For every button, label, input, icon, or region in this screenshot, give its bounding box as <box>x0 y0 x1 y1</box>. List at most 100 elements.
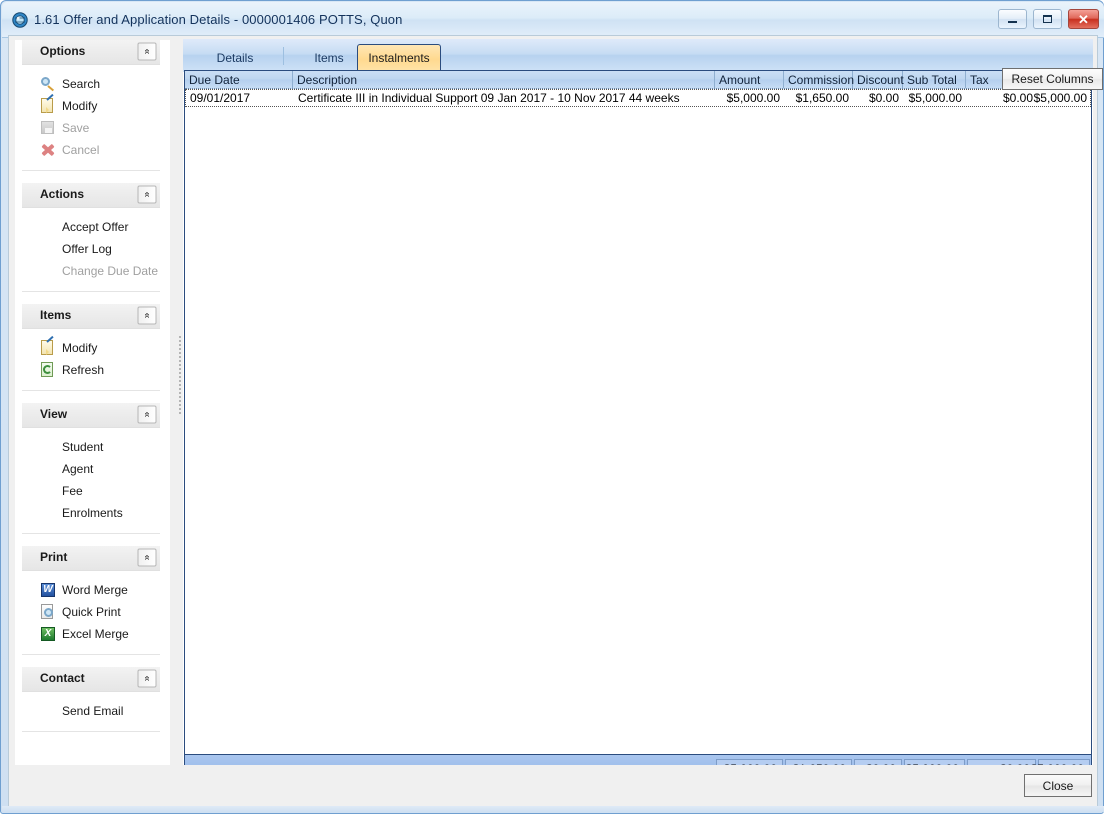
column-header-commission[interactable]: Commission <box>784 71 853 88</box>
panel-body: Send Email <box>22 692 160 732</box>
sidebar-item-modify[interactable]: Modify <box>22 95 160 117</box>
grid-header-row: Due DateDescriptionAmountCommissionDisco… <box>185 71 1091 89</box>
sidebar-item-label: Modify <box>62 99 97 113</box>
sidebar-item-label: Enrolments <box>62 506 123 520</box>
reset-columns-button[interactable]: Reset Columns <box>1002 68 1103 90</box>
panel-header: Actions « <box>22 183 160 208</box>
splitter-grip-dot <box>179 348 181 350</box>
client-inner: Options«SearchModifySaveCancelActions«Ac… <box>9 36 1097 806</box>
panel-collapse-icon[interactable]: « <box>138 670 157 688</box>
sidebar-item-label: Fee <box>62 484 83 498</box>
tab-bar: DetailsItemsInstalments <box>183 39 1093 72</box>
splitter-grip-dot <box>179 388 181 390</box>
column-header-discount[interactable]: Discount <box>853 71 903 88</box>
sidebar-item-accept-offer[interactable]: Accept Offer <box>22 216 160 238</box>
sidebar-panel-print: Print « WWord MergeQuick Print X Excel Merge <box>22 546 160 655</box>
sidebar-item-save: Save <box>22 117 160 139</box>
sidebar-item-label: Excel Merge <box>62 627 129 641</box>
sidebar-panel-contact: Contact« Send Email <box>22 667 160 732</box>
print-preview-icon <box>40 604 56 620</box>
sidebar-item-enrolments[interactable]: Enrolments <box>22 502 160 524</box>
tab-instalments[interactable]: Instalments <box>357 44 441 71</box>
close-x-icon: ✕ <box>1069 10 1098 28</box>
sidebar-item-refresh[interactable]: Refresh <box>22 359 160 381</box>
panel-header: Print « <box>22 546 160 571</box>
close-button[interactable]: Close <box>1024 774 1092 797</box>
column-header-amount[interactable]: Amount <box>715 71 784 88</box>
sidebar-item-excel-merge[interactable]: X Excel Merge <box>22 623 160 645</box>
panel-body: Accept Offer Offer Log Change Due Date <box>22 208 160 292</box>
cell-due-date: 09/01/2017 <box>186 90 294 106</box>
splitter-grip-dot <box>179 364 181 366</box>
sidebar-item-label: Offer Log <box>62 242 112 256</box>
splitter-grip-dot <box>179 380 181 382</box>
table-row[interactable]: 09/01/2017Certificate III in Individual … <box>185 89 1091 107</box>
splitter-grip-dot <box>179 344 181 346</box>
splitter-grip-dot <box>179 384 181 386</box>
sidebar-item-label: Modify <box>62 341 97 355</box>
instalments-grid: Due DateDescriptionAmountCommissionDisco… <box>184 70 1092 782</box>
sidebar-item-send-email[interactable]: Send Email <box>22 700 160 722</box>
panel-collapse-icon[interactable]: « <box>138 43 157 61</box>
window-title: 1.61 Offer and Application Details - 000… <box>34 12 402 27</box>
panel-title: Items <box>40 308 71 322</box>
panel-header: Options « <box>22 40 160 65</box>
sidebar-panel-view: View«StudentAgentFeeEnrolments <box>22 403 160 534</box>
splitter-grip-dot <box>179 336 181 338</box>
close-window-button[interactable]: ✕ <box>1068 9 1099 29</box>
sidebar-item-offer-log[interactable]: Offer Log <box>22 238 160 260</box>
sidebar-item-cancel: Cancel <box>22 139 160 161</box>
sidebar-item-label: Refresh <box>62 363 104 377</box>
column-header-sub-total[interactable]: Sub Total <box>903 71 966 88</box>
panel-title: Actions <box>40 187 84 201</box>
sidebar-item-quick-print[interactable]: Quick Print <box>22 601 160 623</box>
maximize-button[interactable] <box>1033 9 1062 29</box>
panel-collapse-icon[interactable]: « <box>138 549 157 567</box>
cell-sub-total: $5,000.00 <box>904 90 967 106</box>
panel-collapse-icon[interactable]: « <box>138 406 157 424</box>
cell-commission: $1,650.00 <box>785 90 854 106</box>
maximize-icon <box>1034 10 1061 28</box>
column-header-description[interactable]: Description <box>293 71 715 88</box>
panel-title: Print <box>40 550 67 564</box>
edit-page-icon <box>40 340 56 356</box>
cell-description: Certificate III in Individual Support 09… <box>294 90 749 106</box>
splitter-grip-dot <box>179 392 181 394</box>
panel-header: Contact« <box>22 667 160 692</box>
splitter-grip-dot <box>179 396 181 398</box>
tab-separator <box>283 47 284 65</box>
splitter-grip-dot <box>179 340 181 342</box>
splitter-grip-dot <box>179 412 181 414</box>
splitter-grip-dot <box>179 368 181 370</box>
column-header-due-date[interactable]: Due Date <box>185 71 293 88</box>
cell-tax: $0.00 <box>967 90 1038 106</box>
cell-discount: $0.00 <box>854 90 904 106</box>
splitter-grip-dot <box>179 352 181 354</box>
sidebar-item-modify[interactable]: Modify <box>22 337 160 359</box>
minimize-button[interactable] <box>998 9 1027 29</box>
sidebar-item-search[interactable]: Search <box>22 73 160 95</box>
sidebar-item-fee[interactable]: Fee <box>22 480 160 502</box>
panel-collapse-icon[interactable]: « <box>138 307 157 325</box>
splitter-grip-dot <box>179 408 181 410</box>
sidebar-item-label: Search <box>62 77 100 91</box>
cell-total: $5,000.00 <box>1038 90 1092 106</box>
refresh-page-icon <box>40 362 56 378</box>
excel-icon: X <box>40 626 56 642</box>
tab-details[interactable]: Details <box>191 44 279 71</box>
main-content: DetailsItemsInstalments Due DateDescript… <box>183 39 1093 802</box>
panel-body: WWord MergeQuick Print X Excel Merge <box>22 571 160 655</box>
minimize-icon <box>999 10 1026 28</box>
sidebar-panel-actions: Actions « Accept Offer Offer Log Change Due … <box>22 183 160 292</box>
sidebar-item-agent[interactable]: Agent <box>22 458 160 480</box>
edit-page-icon <box>40 98 56 114</box>
panel-collapse-icon[interactable]: « <box>138 186 157 204</box>
panel-title: Options <box>40 44 85 58</box>
sidebar-item-word-merge[interactable]: WWord Merge <box>22 579 160 601</box>
sidebar-item-student[interactable]: Student <box>22 436 160 458</box>
sidebar-item-change-due-date: Change Due Date <box>22 260 160 282</box>
word-icon: W <box>40 582 56 598</box>
splitter-grip-dot <box>179 372 181 374</box>
splitter-grip-dot <box>179 404 181 406</box>
sidebar-item-label: Change Due Date <box>62 264 158 278</box>
